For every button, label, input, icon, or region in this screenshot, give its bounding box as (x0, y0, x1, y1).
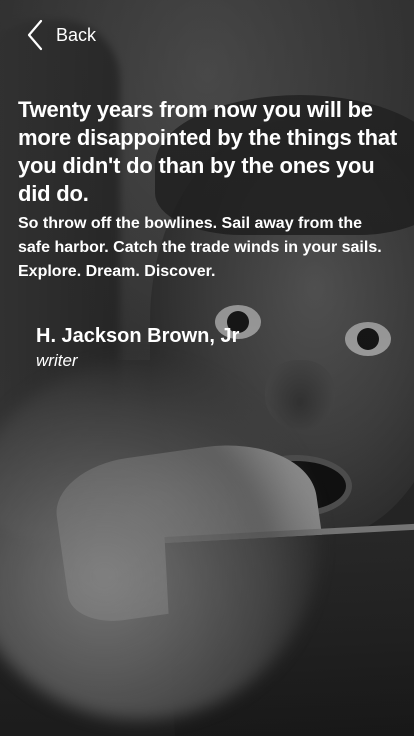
quote-headline: Twenty years from now you will be more d… (18, 97, 398, 206)
back-label: Back (56, 24, 97, 45)
author-block: H. Jackson Brown, Jr writer (36, 322, 239, 372)
author-name: H. Jackson Brown, Jr (36, 325, 240, 347)
author-role: writer (36, 351, 78, 370)
quote-body: So throw off the bowlines. Sail away fro… (18, 215, 382, 280)
quote-screen: Back Twenty years from now you will be m… (0, 0, 414, 736)
quote-block: Twenty years from now you will be more d… (18, 96, 398, 284)
chevron-left-icon (27, 19, 43, 51)
back-button[interactable]: Back (26, 18, 96, 52)
top-nav: Back (0, 0, 414, 70)
